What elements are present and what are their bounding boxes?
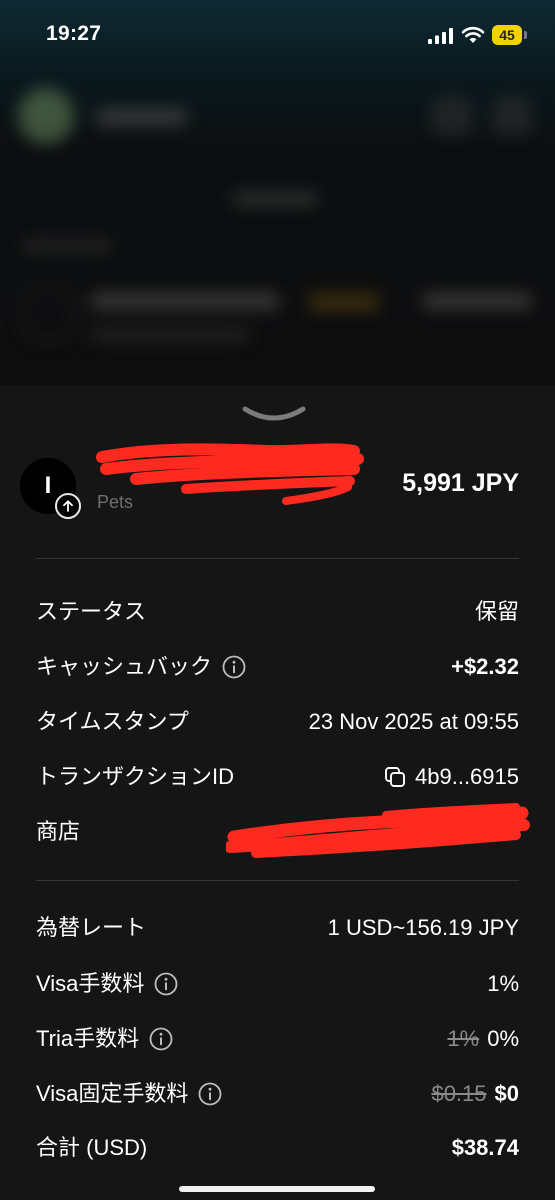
outgoing-badge [55,493,81,519]
tria-fee-value: 0% [487,1026,519,1051]
visa-fee-row: Visa手数料 1% [36,967,519,1001]
tria-fee-label: Tria手数料 [36,1026,140,1051]
bg-avatar [18,88,74,144]
redaction-mark [226,803,530,858]
bg-avatar [20,285,78,343]
exchange-rate-row: 為替レート 1 USD~156.19 JPY [36,911,519,945]
tria-fee-value-group: 1% 0% [447,1022,519,1056]
merchant-label: 商店 [36,819,81,844]
visa-fee-value: 1% [487,971,519,996]
tria-fee-row: Tria手数料 1% 0% [36,1022,519,1056]
info-icon[interactable] [154,972,178,996]
bg-icon [432,96,472,136]
cashback-value: +$2.32 [451,654,519,679]
exchange-rate-value: 1 USD~156.19 JPY [327,915,519,940]
bg-chip [308,292,380,312]
visa-fixed-fee-label: Visa固定手数料 [36,1081,189,1106]
battery-tip [524,31,527,39]
tria-fee-label-group: Tria手数料 [36,1022,173,1056]
timestamp-row: タイムスタンプ 23 Nov 2025 at 09:55 [36,705,519,739]
home-indicator[interactable] [179,1186,375,1192]
transaction-amount: 5,991 JPY [402,469,519,497]
divider [36,558,519,559]
total-label: 合計 (USD) [36,1135,148,1160]
status-label: ステータス [36,599,147,624]
redaction-mark [96,443,364,505]
status-value: 保留 [474,599,519,624]
bg-text [422,292,532,310]
visa-fixed-fee-value: $0 [494,1081,519,1106]
info-icon[interactable] [149,1027,173,1051]
status-time: 19:27 [46,22,102,45]
bg-icon [492,96,532,136]
battery-indicator: 45 [492,25,522,45]
wifi-icon [461,26,485,43]
info-icon[interactable] [198,1082,222,1106]
visa-fixed-fee-old-value: $0.15 [431,1081,487,1106]
transaction-id-value: 4b9...6915 [415,764,519,789]
cashback-label-group: キャッシュバック [36,650,246,684]
timestamp-value: 23 Nov 2025 at 09:55 [308,709,519,734]
bg-username [96,108,188,126]
transaction-id-row: トランザクションID 4b9...6915 [36,760,519,794]
total-value: $38.74 [451,1135,519,1160]
merchant-category: Pets [97,492,134,512]
arrow-up-icon [63,500,73,512]
timestamp-label: タイムスタンプ [36,709,189,734]
bg-text [232,192,318,206]
transaction-detail-sheet: I Pets 5,991 JPY ステータス 保留 キャッシュバック +$2.3… [0,385,555,1200]
visa-fixed-fee-value-group: $0.15 $0 [431,1077,519,1111]
copy-icon[interactable] [383,765,407,789]
bg-text [22,240,112,252]
exchange-rate-label: 為替レート [36,915,147,940]
visa-fixed-fee-row: Visa固定手数料 $0.15 $0 [36,1077,519,1111]
tria-fee-old-value: 1% [447,1026,480,1051]
info-icon[interactable] [222,655,246,679]
bg-text [90,328,250,342]
visa-fee-label: Visa手数料 [36,971,145,996]
cashback-label: キャッシュバック [36,654,213,679]
transaction-id-label: トランザクションID [36,764,235,789]
total-row: 合計 (USD) $38.74 [36,1131,519,1165]
signal-icon [428,28,453,44]
status-row: ステータス 保留 [36,595,519,629]
status-bar: 19:27 45 [0,0,555,70]
visa-fee-label-group: Visa手数料 [36,967,178,1001]
visa-fixed-fee-label-group: Visa固定手数料 [36,1077,222,1111]
transaction-id-value-group[interactable]: 4b9...6915 [383,760,519,794]
bg-text [90,292,280,310]
cashback-row: キャッシュバック +$2.32 [36,650,519,684]
divider [36,880,519,881]
chevron-down-icon[interactable] [241,405,307,423]
